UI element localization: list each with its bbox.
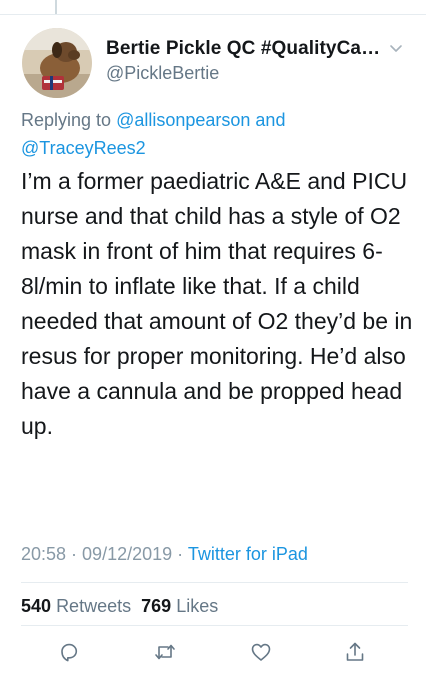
user-handle[interactable]: @PickleBertie	[106, 63, 219, 84]
thread-connector-line	[55, 0, 57, 14]
retweet-button[interactable]	[151, 638, 179, 666]
mention-link[interactable]: @allisonpearson	[116, 110, 250, 130]
share-icon	[346, 642, 364, 661]
meta-separator: ·	[172, 544, 188, 564]
retweets-count: 540	[21, 596, 52, 616]
retweet-icon	[155, 644, 175, 660]
heart-icon	[251, 643, 271, 661]
replying-to-joiner: and	[250, 110, 286, 130]
avatar[interactable]	[22, 28, 92, 98]
tweet-metadata: 20:58 · 09/12/2019 · Twitter for iPad	[21, 544, 413, 565]
display-name[interactable]: Bertie Pickle QC #QualityCan...	[106, 38, 382, 60]
likes-stat[interactable]: 769 Likes	[141, 596, 218, 616]
likes-count: 769	[141, 596, 172, 616]
like-button[interactable]	[247, 638, 275, 666]
tweet-source[interactable]: Twitter for iPad	[188, 544, 308, 564]
retweets-label: Retweets	[56, 596, 132, 616]
avatar-image	[22, 28, 92, 98]
reply-icon	[61, 643, 78, 662]
divider	[21, 582, 408, 583]
tweet-time[interactable]: 20:58	[21, 544, 66, 564]
tweet-date[interactable]: 09/12/2019	[82, 544, 172, 564]
tweet-text: I’m a former paediatric A&E and PICU nur…	[21, 168, 413, 439]
retweets-stat[interactable]: 540 Retweets	[21, 596, 131, 616]
divider	[21, 625, 408, 626]
replying-to: Replying to @allisonpearson and @TraceyRe…	[21, 106, 411, 162]
chevron-down-icon[interactable]	[388, 43, 404, 55]
top-divider	[0, 14, 426, 15]
reply-button[interactable]	[55, 638, 83, 666]
tweet-detail: Bertie Pickle QC #QualityCan... @PickleB…	[0, 0, 426, 680]
meta-separator: ·	[66, 544, 83, 564]
share-button[interactable]	[341, 638, 369, 666]
engagement-stats: 540 Retweets 769 Likes	[21, 596, 218, 617]
replying-to-label: Replying to	[21, 110, 117, 130]
likes-label: Likes	[176, 596, 219, 616]
mention-link[interactable]: @TraceyRees2	[21, 138, 146, 158]
